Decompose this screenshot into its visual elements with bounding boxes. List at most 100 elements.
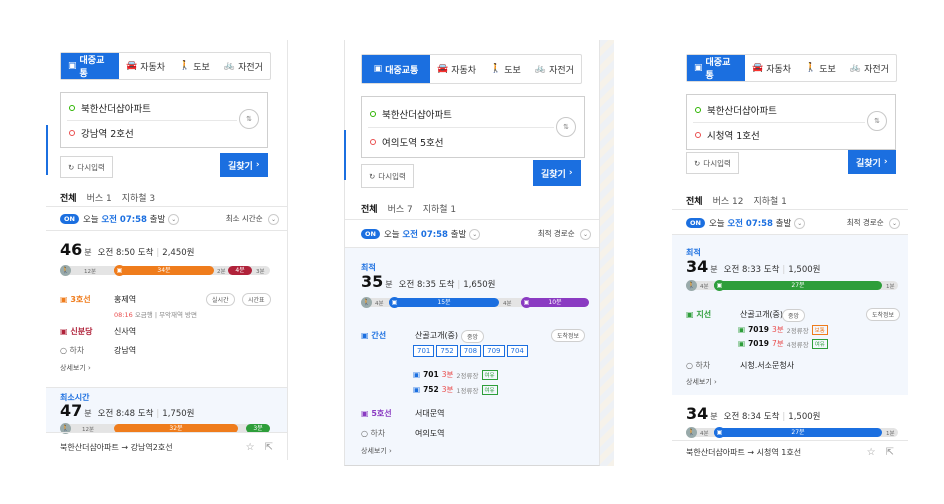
- tab-bike[interactable]: 🚲 자전거: [528, 55, 581, 83]
- bus-icon: ▣: [389, 297, 400, 308]
- segment-line3: 34분: [114, 266, 214, 275]
- step-line3: ▣ 3호선 홍제역: [60, 295, 137, 304]
- route-input-box: 북한산더샵아파트 여의도역 5호선 ⇅: [361, 96, 585, 158]
- chevron-down-icon[interactable]: ⌄: [794, 217, 806, 229]
- on-badge[interactable]: ON: [361, 229, 380, 239]
- start-field[interactable]: 북한산더샵아파트: [695, 103, 777, 117]
- bus-icon: ▣: [738, 325, 746, 334]
- swap-icon[interactable]: ⇅: [867, 111, 887, 131]
- bus-icon: ▣ 지선: [686, 310, 712, 319]
- chevron-right-icon: ›: [883, 157, 888, 167]
- filter-all[interactable]: 전체: [60, 191, 77, 204]
- route-timeline-bar: 🚶 4분 15분 ▣ 4분 10분 ▣: [361, 297, 589, 308]
- bus-number-chip[interactable]: 752: [436, 345, 458, 357]
- route-card[interactable]: 최적 34 분 오전 8:33 도착 | 1,500원 🚶 4분 27분 ▣ 1분 ▣ …: [672, 235, 908, 395]
- tab-walk[interactable]: 🚶 도보: [798, 55, 843, 81]
- tab-car[interactable]: 🚘 자동차: [745, 55, 798, 81]
- subway-icon: ▣ 3호선: [60, 295, 91, 304]
- on-badge[interactable]: ON: [60, 214, 79, 224]
- swap-icon[interactable]: ⇅: [239, 109, 259, 129]
- segment-bus: 15분: [389, 298, 499, 307]
- tab-transit[interactable]: ▣ 대중교통: [61, 53, 119, 79]
- route-timeline-bar: 🚶 4분 27분 ▣ 1분: [686, 280, 898, 291]
- segment-sinbundang: 4분: [228, 266, 252, 275]
- step-alight: ○ 하차 강남역: [60, 346, 137, 355]
- route-timeline-bar: 🚶 12분 34분 ▣ 2분 4분 3분: [60, 265, 270, 276]
- realtime-button[interactable]: 실시간: [206, 293, 235, 306]
- route-card[interactable]: 최적 35 분 오전 8:35 도착 | 1,650원 🚶 4분 15분 ▣ 4분 10…: [345, 248, 599, 465]
- end-field[interactable]: 강남역 2호선: [69, 126, 134, 140]
- end-field[interactable]: 여의도역 5호선: [370, 135, 444, 149]
- sort-select[interactable]: 최적 경로순 ⌄: [847, 217, 900, 229]
- filter-bus[interactable]: 버스 12: [713, 194, 744, 207]
- search-button[interactable]: 길찾기 ›: [533, 160, 581, 186]
- star-icon[interactable]: ☆: [246, 442, 255, 453]
- sort-select[interactable]: 최적 경로순 ⌄: [538, 228, 591, 240]
- tab-walk[interactable]: 🚶 도보: [483, 55, 528, 83]
- bus-number-chip[interactable]: 704: [506, 345, 528, 357]
- bus-number-chip[interactable]: 701: [413, 345, 435, 357]
- sort-select[interactable]: 최소 시간순 ⌄: [226, 213, 279, 225]
- reset-button[interactable]: ↻ 다시입력: [60, 156, 113, 178]
- tab-car[interactable]: 🚘 자동차: [430, 55, 483, 83]
- bus-icon: ▣: [694, 63, 703, 73]
- bike-icon: 🚲: [223, 61, 236, 71]
- tab-transit[interactable]: ▣ 대중교통: [687, 55, 745, 81]
- reset-button[interactable]: ↻ 다시입력: [361, 164, 414, 188]
- route-timeline-bar: 🚶 4분 27분 ▣ 1분: [686, 427, 898, 438]
- bus-icon: ▣ 간선: [361, 331, 387, 340]
- filter-subway[interactable]: 지하철 1: [753, 194, 786, 207]
- filter-subway[interactable]: 지하철 3: [122, 191, 155, 204]
- star-icon[interactable]: ☆: [867, 447, 876, 458]
- filter-bus[interactable]: 버스 7: [388, 202, 413, 215]
- arrival-info-button[interactable]: 도착정보: [551, 329, 586, 342]
- detail-link[interactable]: 상세보기 ›: [686, 377, 717, 387]
- swap-icon[interactable]: ⇅: [556, 117, 576, 137]
- bus-number-chip[interactable]: 708: [459, 345, 482, 357]
- reset-button[interactable]: ↻ 다시입력: [686, 152, 739, 174]
- end-dot-icon: [370, 139, 376, 145]
- subway-icon: ▣ 5호선: [361, 409, 392, 418]
- chevron-down-icon[interactable]: ⌄: [469, 228, 481, 240]
- route-card[interactable]: 최소시간 47 분 오전 8:48 도착 | 1,750원 🚶 12분 32분 3분: [46, 388, 287, 434]
- filter-all[interactable]: 전체: [361, 202, 378, 215]
- timetable-button[interactable]: 시간표: [242, 293, 271, 306]
- tab-bike[interactable]: 🚲 자전거: [217, 53, 270, 79]
- tab-car[interactable]: 🚘 자동차: [119, 53, 172, 79]
- detail-link[interactable]: 상세보기 ›: [361, 446, 392, 456]
- start-dot-icon: [695, 107, 701, 113]
- alight-dot-icon: ○ 하차: [361, 429, 386, 438]
- bus-arrival: ▣ 7019 7분 4정류장 여유: [738, 338, 828, 349]
- on-badge[interactable]: ON: [686, 218, 705, 228]
- share-icon[interactable]: ⇱: [886, 447, 894, 458]
- route-card[interactable]: 34 분 오전 8:34 도착 | 1,500원 🚶 4분 27분 ▣ 1분: [672, 396, 908, 440]
- filter-subway[interactable]: 지하철 1: [423, 202, 456, 215]
- tab-walk[interactable]: 🚶 도보: [172, 53, 217, 79]
- start-field[interactable]: 북한산더샵아파트: [69, 101, 151, 115]
- bus-number-chip[interactable]: 709: [483, 345, 505, 357]
- step-alight: ○ 하차 시청.서소문청사: [686, 361, 795, 370]
- tab-transit[interactable]: ▣ 대중교통: [362, 55, 430, 83]
- chevron-down-icon[interactable]: ⌄: [168, 213, 180, 225]
- search-button[interactable]: 길찾기 ›: [848, 150, 896, 174]
- bus-icon: ▣: [714, 280, 725, 291]
- filter-bus[interactable]: 버스 1: [87, 191, 112, 204]
- bus-number-list: 701 752 708 709 704: [413, 345, 533, 357]
- tab-bike[interactable]: 🚲 자전거: [843, 55, 896, 81]
- start-dot-icon: [370, 111, 376, 117]
- route-card[interactable]: 46 분 오전 8:50 도착 | 2,450원 🚶 12분 34분 ▣ 2분 4분 3…: [46, 230, 287, 398]
- map-area[interactable]: [600, 40, 614, 466]
- step-bus: ▣ 지선 산골고개(중): [686, 310, 784, 319]
- search-button[interactable]: 길찾기 ›: [220, 153, 268, 177]
- car-icon: 🚘: [437, 64, 449, 74]
- result-filter: 전체 버스 7 지하철 1: [361, 202, 456, 215]
- share-icon[interactable]: ⇱: [265, 442, 273, 453]
- chevron-right-icon: ›: [568, 168, 573, 178]
- bus-icon: ▣: [413, 385, 421, 394]
- filter-all[interactable]: 전체: [686, 194, 703, 207]
- end-field[interactable]: 시청역 1호선: [695, 128, 760, 142]
- chevron-right-icon: ›: [255, 160, 260, 170]
- start-field[interactable]: 북한산더샵아파트: [370, 107, 452, 121]
- arrival-info-button[interactable]: 도착정보: [866, 308, 901, 321]
- detail-link[interactable]: 상세보기 ›: [60, 363, 91, 373]
